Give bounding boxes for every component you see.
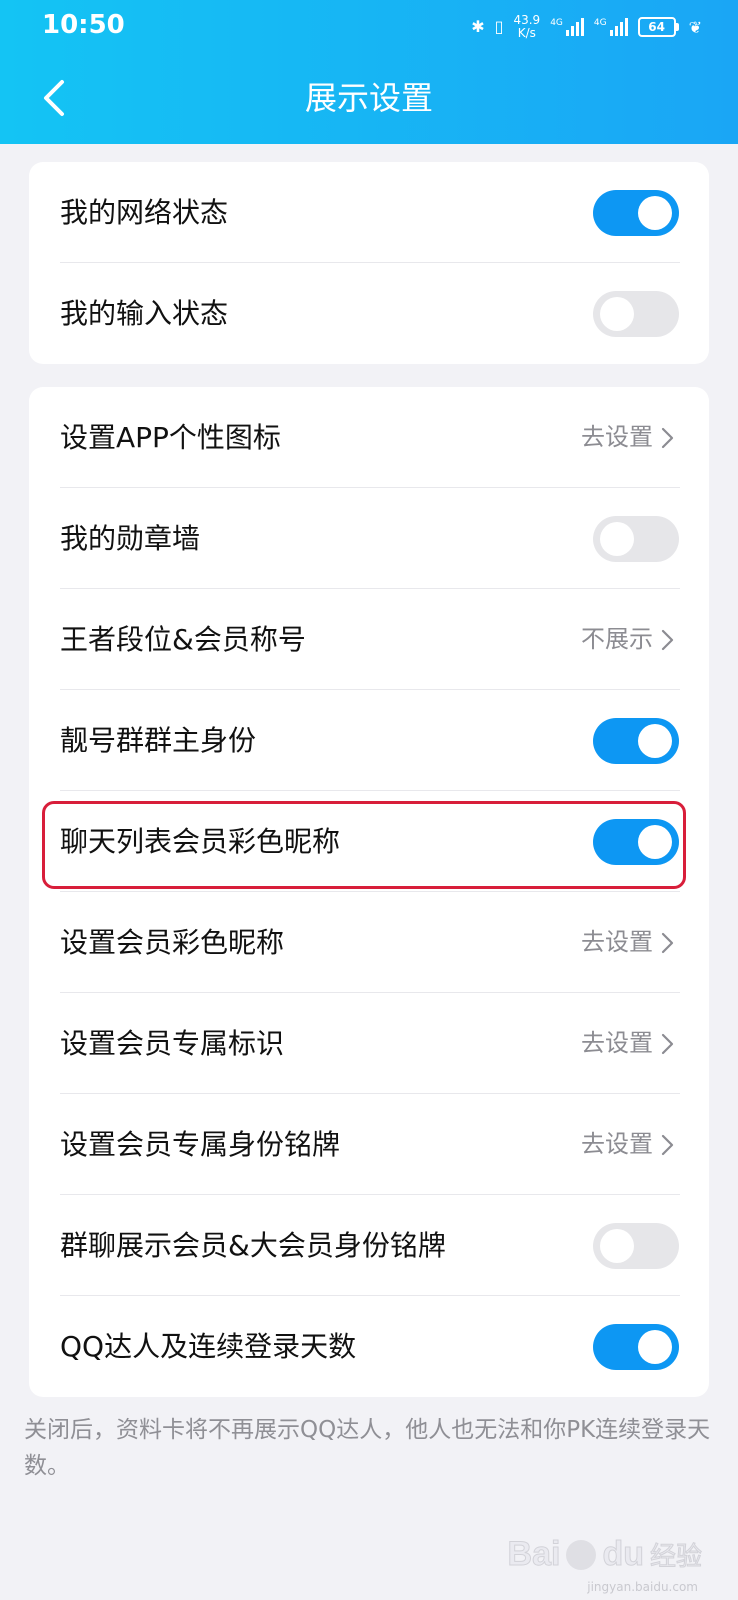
setting-value: 去设置 [581, 423, 653, 451]
network-type-2: 4G [593, 18, 607, 28]
setting-row-app-icon[interactable]: 设置APP个性图标 去设置 [29, 387, 709, 488]
setting-label: 设置会员专属身份铭牌 [60, 1128, 341, 1161]
battery-icon: 64 [637, 17, 679, 37]
group-owner-toggle[interactable] [593, 718, 679, 764]
watermark: Bai du 经验 [507, 1535, 702, 1574]
setting-row-member-nameplate[interactable]: 设置会员专属身份铭牌 去设置 [29, 1094, 709, 1195]
setting-row-group-owner: 靓号群群主身份 [29, 690, 709, 791]
leaf-icon: ❦ [688, 17, 702, 37]
display-settings-card: 设置APP个性图标 去设置 我的勋章墙 王者段位&会员称号 不展示 靓号群群主身… [29, 387, 709, 1397]
setting-label: 靓号群群主身份 [60, 724, 257, 757]
footer-note: 关闭后，资料卡将不再展示QQ达人，他人也无法和你PK连续登录天数。 [24, 1417, 711, 1479]
setting-label: 我的勋章墙 [60, 522, 201, 555]
setting-label: 设置会员彩色昵称 [60, 926, 285, 959]
network-speed: 43.9 K/s [513, 14, 540, 40]
chevron-right-icon [661, 1033, 674, 1055]
setting-row-network-status: 我的网络状态 [29, 162, 709, 263]
setting-value: 去设置 [581, 1029, 653, 1057]
vibrate-icon: ▯ [494, 17, 504, 36]
medal-wall-toggle[interactable] [593, 516, 679, 562]
watermark-logo: Bai [507, 1535, 561, 1574]
setting-label: 我的输入状态 [60, 297, 229, 330]
qq-expert-toggle[interactable] [593, 1324, 679, 1370]
network-type-1: 4G [550, 18, 563, 28]
status-bar: 10:50 ✱ ▯ 43.9 K/s 4G 4G 64 ❦ [0, 0, 738, 56]
watermark-logo-2: du [602, 1535, 645, 1574]
setting-label: 设置会员专属标识 [60, 1027, 285, 1060]
setting-value: 不展示 [581, 625, 653, 653]
setting-label: 王者段位&会员称号 [60, 623, 306, 656]
setting-label: 聊天列表会员彩色昵称 [60, 825, 341, 858]
setting-row-input-status: 我的输入状态 [29, 263, 709, 364]
group-nameplate-toggle[interactable] [593, 1223, 679, 1269]
chevron-right-icon [661, 629, 674, 651]
signal-icon-2: 4G [594, 18, 628, 36]
setting-row-rank-title[interactable]: 王者段位&会员称号 不展示 [29, 589, 709, 690]
setting-value: 去设置 [581, 928, 653, 956]
battery-level: 64 [637, 17, 676, 37]
chevron-right-icon [661, 1134, 674, 1156]
chevron-right-icon [661, 427, 674, 449]
signal-icon: 4G [550, 18, 584, 36]
status-settings-card: 我的网络状态 我的输入状态 [29, 162, 709, 364]
setting-label: QQ达人及连续登录天数 [60, 1330, 357, 1363]
setting-row-medal-wall: 我的勋章墙 [29, 488, 709, 589]
setting-row-member-badge[interactable]: 设置会员专属标识 去设置 [29, 993, 709, 1094]
paw-icon [566, 1539, 597, 1570]
setting-row-colored-nickname: 聊天列表会员彩色昵称 [29, 791, 709, 892]
setting-row-group-nameplate: 群聊展示会员&大会员身份铭牌 [29, 1195, 709, 1296]
colored-nickname-toggle[interactable] [593, 819, 679, 865]
page-title: 展示设置 [304, 79, 433, 117]
setting-label: 群聊展示会员&大会员身份铭牌 [60, 1229, 446, 1262]
network-status-toggle[interactable] [593, 190, 679, 236]
setting-row-qq-expert: QQ达人及连续登录天数 [29, 1296, 709, 1397]
setting-row-set-colored-nickname[interactable]: 设置会员彩色昵称 去设置 [29, 892, 709, 993]
chevron-right-icon [661, 932, 674, 954]
watermark-sub: 经验 [649, 1542, 702, 1573]
status-icons: ✱ ▯ 43.9 K/s 4G 4G 64 ❦ [471, 10, 702, 44]
app-header: 10:50 ✱ ▯ 43.9 K/s 4G 4G 64 ❦ 展示设置 [0, 0, 738, 144]
setting-value: 去设置 [581, 1130, 653, 1158]
setting-label: 我的网络状态 [60, 196, 229, 229]
network-speed-unit: K/s [517, 26, 536, 40]
watermark-url: jingyan.baidu.com [587, 1580, 698, 1594]
setting-label: 设置APP个性图标 [60, 421, 281, 454]
bluetooth-icon: ✱ [471, 17, 485, 36]
status-time: 10:50 [42, 10, 125, 40]
input-status-toggle[interactable] [593, 291, 679, 337]
